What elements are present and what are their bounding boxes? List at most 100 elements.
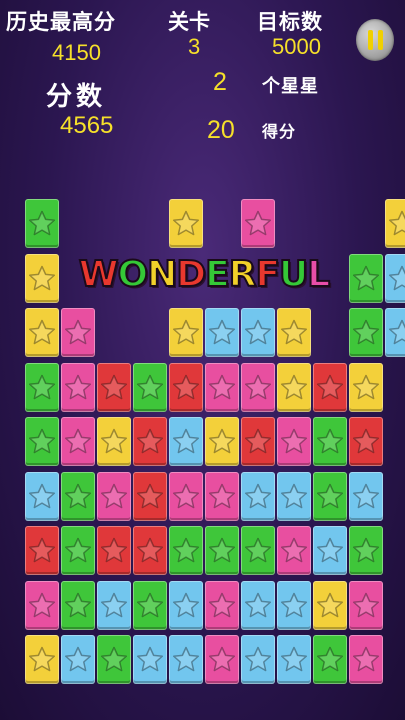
pink-star-tile[interactable]	[169, 472, 203, 521]
yellow-star-tile[interactable]	[385, 199, 405, 248]
red-star-tile[interactable]	[97, 526, 131, 575]
green-star-tile[interactable]	[313, 635, 347, 684]
yellow-star-tile[interactable]	[313, 581, 347, 630]
pink-star-tile[interactable]	[349, 581, 383, 630]
blue-star-tile[interactable]	[25, 472, 59, 521]
pink-star-tile[interactable]	[349, 635, 383, 684]
blue-star-tile[interactable]	[277, 472, 311, 521]
star-icon	[65, 646, 91, 671]
star-icon	[353, 374, 379, 399]
green-star-tile[interactable]	[133, 581, 167, 630]
red-star-tile[interactable]	[169, 363, 203, 412]
banner-letter: E	[204, 253, 231, 296]
pink-star-tile[interactable]	[205, 363, 239, 412]
green-star-tile[interactable]	[61, 472, 95, 521]
green-star-tile[interactable]	[133, 363, 167, 412]
blue-star-tile[interactable]	[313, 526, 347, 575]
green-star-tile[interactable]	[169, 526, 203, 575]
star-icon	[281, 319, 307, 344]
blue-star-tile[interactable]	[385, 308, 405, 357]
blue-star-tile[interactable]	[133, 635, 167, 684]
blue-star-tile[interactable]	[169, 635, 203, 684]
blue-star-tile[interactable]	[241, 472, 275, 521]
pause-button[interactable]	[356, 19, 394, 61]
star-icon	[137, 483, 163, 508]
blue-star-tile[interactable]	[385, 254, 405, 303]
pink-star-tile[interactable]	[241, 363, 275, 412]
pink-star-tile[interactable]	[277, 526, 311, 575]
yellow-star-tile[interactable]	[25, 635, 59, 684]
pink-star-tile[interactable]	[61, 363, 95, 412]
blue-star-tile[interactable]	[277, 635, 311, 684]
star-icon	[317, 483, 343, 508]
yellow-star-tile[interactable]	[169, 308, 203, 357]
green-star-tile[interactable]	[349, 254, 383, 303]
blue-star-tile[interactable]	[205, 308, 239, 357]
red-star-tile[interactable]	[241, 417, 275, 466]
blue-star-tile[interactable]	[349, 472, 383, 521]
pink-star-tile[interactable]	[205, 581, 239, 630]
yellow-star-tile[interactable]	[25, 254, 59, 303]
wonderful-banner: WONDERFUL	[78, 248, 331, 300]
green-star-tile[interactable]	[313, 417, 347, 466]
red-star-tile[interactable]	[133, 526, 167, 575]
red-star-tile[interactable]	[133, 472, 167, 521]
star-icon	[173, 210, 199, 235]
green-star-tile[interactable]	[349, 526, 383, 575]
red-star-tile[interactable]	[313, 363, 347, 412]
pink-star-tile[interactable]	[277, 417, 311, 466]
yellow-star-tile[interactable]	[277, 363, 311, 412]
selection-points-label: 得分	[262, 122, 297, 141]
green-star-tile[interactable]	[61, 581, 95, 630]
blue-star-tile[interactable]	[241, 308, 275, 357]
selected-stars-label: 个星星	[262, 76, 319, 97]
star-icon	[281, 592, 307, 617]
pink-star-tile[interactable]	[61, 308, 95, 357]
star-icon	[173, 537, 199, 562]
green-star-tile[interactable]	[313, 472, 347, 521]
score-value: 4565	[60, 112, 114, 139]
yellow-star-tile[interactable]	[205, 417, 239, 466]
blue-star-tile[interactable]	[241, 581, 275, 630]
yellow-star-tile[interactable]	[25, 308, 59, 357]
pink-star-tile[interactable]	[97, 472, 131, 521]
star-icon	[281, 483, 307, 508]
blue-star-tile[interactable]	[277, 581, 311, 630]
star-icon	[101, 646, 127, 671]
star-icon	[101, 592, 127, 617]
star-icon	[29, 265, 55, 290]
green-star-tile[interactable]	[241, 526, 275, 575]
pink-star-tile[interactable]	[205, 635, 239, 684]
star-icon	[29, 646, 55, 671]
pink-star-tile[interactable]	[241, 199, 275, 248]
star-icon	[209, 592, 235, 617]
pink-star-tile[interactable]	[61, 417, 95, 466]
yellow-star-tile[interactable]	[349, 363, 383, 412]
blue-star-tile[interactable]	[169, 581, 203, 630]
green-star-tile[interactable]	[61, 526, 95, 575]
star-icon	[137, 646, 163, 671]
pink-star-tile[interactable]	[205, 472, 239, 521]
red-star-tile[interactable]	[133, 417, 167, 466]
blue-star-tile[interactable]	[61, 635, 95, 684]
red-star-tile[interactable]	[349, 417, 383, 466]
star-icon	[389, 265, 405, 290]
green-star-tile[interactable]	[205, 526, 239, 575]
red-star-tile[interactable]	[25, 526, 59, 575]
star-icon	[173, 483, 199, 508]
green-star-tile[interactable]	[25, 199, 59, 248]
yellow-star-tile[interactable]	[169, 199, 203, 248]
blue-star-tile[interactable]	[241, 635, 275, 684]
star-icon	[353, 319, 379, 344]
star-icon	[353, 537, 379, 562]
blue-star-tile[interactable]	[169, 417, 203, 466]
pink-star-tile[interactable]	[25, 581, 59, 630]
green-star-tile[interactable]	[349, 308, 383, 357]
green-star-tile[interactable]	[25, 363, 59, 412]
green-star-tile[interactable]	[25, 417, 59, 466]
red-star-tile[interactable]	[97, 363, 131, 412]
yellow-star-tile[interactable]	[277, 308, 311, 357]
blue-star-tile[interactable]	[97, 581, 131, 630]
green-star-tile[interactable]	[97, 635, 131, 684]
yellow-star-tile[interactable]	[97, 417, 131, 466]
